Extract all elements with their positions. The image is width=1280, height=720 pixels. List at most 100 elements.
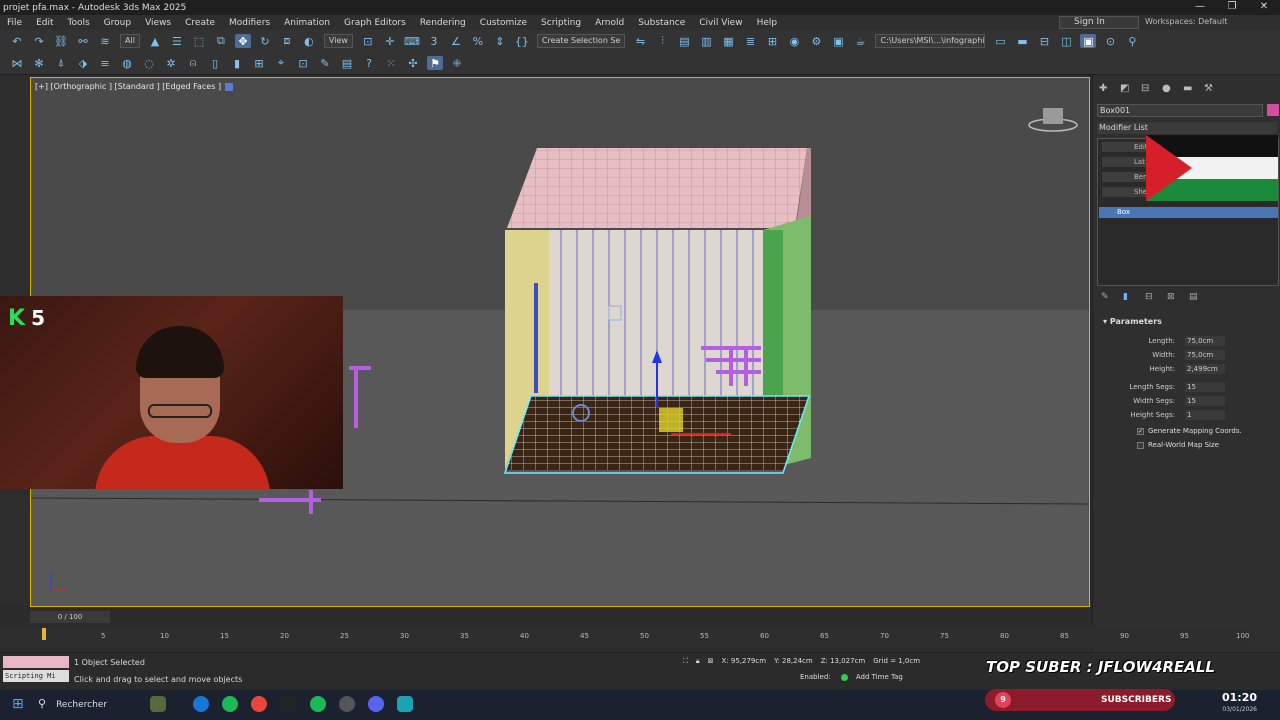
- move-icon[interactable]: ✥: [234, 34, 251, 48]
- close-button[interactable]: ✕: [1248, 0, 1280, 15]
- undo-icon[interactable]: ↶: [9, 34, 25, 48]
- menu-file[interactable]: File: [0, 18, 29, 28]
- select-by-name-icon[interactable]: ☰: [169, 34, 185, 48]
- hierarchy-tab-icon[interactable]: ⊟: [1141, 83, 1162, 94]
- param-height-input[interactable]: 2,499cm: [1185, 364, 1225, 374]
- menu-help[interactable]: Help: [750, 18, 785, 28]
- pin-stack-icon[interactable]: ✎: [1101, 292, 1123, 302]
- z-coordinate[interactable]: Z: 13,027cm: [821, 657, 866, 666]
- minimize-button[interactable]: —: [1184, 0, 1216, 15]
- bind-space-warp-icon[interactable]: ≋: [97, 34, 113, 48]
- pivot-transform-icon[interactable]: ⌖: [273, 56, 289, 70]
- menu-graph-editors[interactable]: Graph Editors: [337, 18, 413, 28]
- chrome-icon[interactable]: [251, 696, 267, 712]
- render-frame-icon[interactable]: ▣: [830, 34, 846, 48]
- remove-modifier-icon[interactable]: ⊠: [1167, 292, 1189, 302]
- scene-explorer-icon[interactable]: ▤: [676, 34, 692, 48]
- discord-icon[interactable]: [368, 696, 384, 712]
- menu-customize[interactable]: Customize: [473, 18, 534, 28]
- align-icon[interactable]: ⫶: [654, 34, 670, 48]
- menu-scripting[interactable]: Scripting: [534, 18, 588, 28]
- menu-group[interactable]: Group: [97, 18, 138, 28]
- settings-icon[interactable]: ✲: [163, 56, 179, 70]
- edge-icon[interactable]: [193, 696, 209, 712]
- help-search-icon[interactable]: ⚲: [1124, 34, 1140, 48]
- enabled-dot-icon[interactable]: [840, 673, 848, 681]
- render-icon[interactable]: ☕: [852, 34, 868, 48]
- modify-tab-icon[interactable]: ◩: [1120, 83, 1141, 94]
- create-tab-icon[interactable]: ✚: [1099, 83, 1120, 94]
- motion-tab-icon[interactable]: ●: [1162, 83, 1183, 94]
- time-marker[interactable]: [42, 628, 46, 640]
- param-width-segs-input[interactable]: 15: [1185, 396, 1225, 406]
- spotify-icon[interactable]: [222, 696, 238, 712]
- curve-editor-icon[interactable]: ≣: [742, 34, 758, 48]
- snap-3d-icon[interactable]: 3: [426, 34, 442, 48]
- menu-substance[interactable]: Substance: [631, 18, 692, 28]
- utilities-tab-icon[interactable]: ⚒: [1204, 83, 1225, 94]
- absolute-mode-icon[interactable]: ⊠: [708, 657, 714, 666]
- schematic-view-icon[interactable]: ⊞: [764, 34, 780, 48]
- stack-item-box[interactable]: Box: [1099, 207, 1278, 218]
- render-setup-icon[interactable]: ⚙: [808, 34, 824, 48]
- spacing-icon[interactable]: ▮: [229, 56, 245, 70]
- tiktok-icon[interactable]: [280, 696, 296, 712]
- isolate-icon[interactable]: ✣: [405, 56, 421, 70]
- snowflake-icon[interactable]: ✻: [31, 56, 47, 70]
- scale-icon[interactable]: ⧈: [279, 34, 295, 48]
- active-panel-icon[interactable]: ▣: [1080, 34, 1097, 48]
- ribbon-icon[interactable]: ▦: [720, 34, 736, 48]
- menu-edit[interactable]: Edit: [29, 18, 60, 28]
- x-coordinate[interactable]: X: 95,279cm: [722, 657, 767, 666]
- menu-rendering[interactable]: Rendering: [413, 18, 473, 28]
- rect-selection-icon[interactable]: ⬚: [191, 34, 207, 48]
- real-world-map-checkbox[interactable]: Real-World Map Size: [1137, 441, 1219, 453]
- 3dsmax-icon[interactable]: [397, 696, 413, 712]
- unlink-icon[interactable]: ⚯: [75, 34, 91, 48]
- menu-tools[interactable]: Tools: [61, 18, 97, 28]
- select-object-icon[interactable]: ▲: [147, 34, 163, 48]
- maxscript-mini-label[interactable]: Scripting Mi: [3, 670, 69, 682]
- param-height-segs-input[interactable]: 1: [1185, 410, 1225, 420]
- menu-civil-view[interactable]: Civil View: [692, 18, 749, 28]
- project-path-field[interactable]: C:\Users\MSI\...\infographiste: [875, 34, 986, 48]
- percent-snap-icon[interactable]: %: [470, 34, 486, 48]
- layer-explorer-icon[interactable]: ▥: [698, 34, 714, 48]
- lighting-icon[interactable]: ◌: [141, 56, 157, 70]
- generate-mapping-checkbox[interactable]: ✓ Generate Mapping Coords.: [1137, 427, 1242, 439]
- rotate-icon[interactable]: ↻: [257, 34, 273, 48]
- place-icon[interactable]: ◐: [301, 34, 317, 48]
- sign-in-button[interactable]: Sign In: [1059, 16, 1139, 29]
- menu-arnold[interactable]: Arnold: [588, 18, 631, 28]
- edit-named-selection-icon[interactable]: {}: [514, 34, 530, 48]
- configure-sets-icon[interactable]: ▤: [1189, 292, 1211, 302]
- paint-icon[interactable]: ✎: [317, 56, 333, 70]
- scene-states-icon[interactable]: ◫: [1058, 34, 1074, 48]
- selection-lock-icon[interactable]: ⚑: [427, 56, 443, 70]
- time-slider[interactable]: 0 / 100: [30, 611, 110, 623]
- menu-views[interactable]: Views: [138, 18, 178, 28]
- modifier-list-dropdown[interactable]: Modifier List: [1097, 122, 1277, 134]
- clone-icon[interactable]: ⍝: [185, 56, 201, 70]
- grid-snap-icon[interactable]: ⊞: [251, 56, 267, 70]
- menu-animation[interactable]: Animation: [277, 18, 337, 28]
- keyboard-shortcut-icon[interactable]: ⌨: [404, 34, 420, 48]
- gizmo-xy-plane[interactable]: [659, 408, 683, 432]
- sphere-icon[interactable]: ◍: [119, 56, 135, 70]
- document-icon[interactable]: ▤: [339, 56, 355, 70]
- menu-modifiers[interactable]: Modifiers: [222, 18, 277, 28]
- material-editor-icon[interactable]: ◉: [786, 34, 802, 48]
- object-name-field[interactable]: Box001: [1097, 104, 1263, 117]
- mirror-icon[interactable]: ⇋: [632, 34, 648, 48]
- grid-icon[interactable]: ⊟: [1036, 34, 1052, 48]
- autodesk-icon[interactable]: ⊙: [1102, 34, 1118, 48]
- display-tab-icon[interactable]: ▬: [1183, 83, 1204, 94]
- selection-filter-dropdown[interactable]: All: [120, 34, 140, 48]
- taskbar-widget-icon[interactable]: [150, 696, 166, 712]
- redo-icon[interactable]: ↷: [31, 34, 47, 48]
- quad-menu-icon[interactable]: ⁜: [449, 56, 465, 70]
- list-view-icon[interactable]: ≡: [97, 56, 113, 70]
- add-time-tag[interactable]: Add Time Tag: [856, 673, 903, 681]
- selection-set-dropdown[interactable]: Create Selection Se: [536, 34, 626, 48]
- y-coordinate[interactable]: Y: 28,24cm: [774, 657, 813, 666]
